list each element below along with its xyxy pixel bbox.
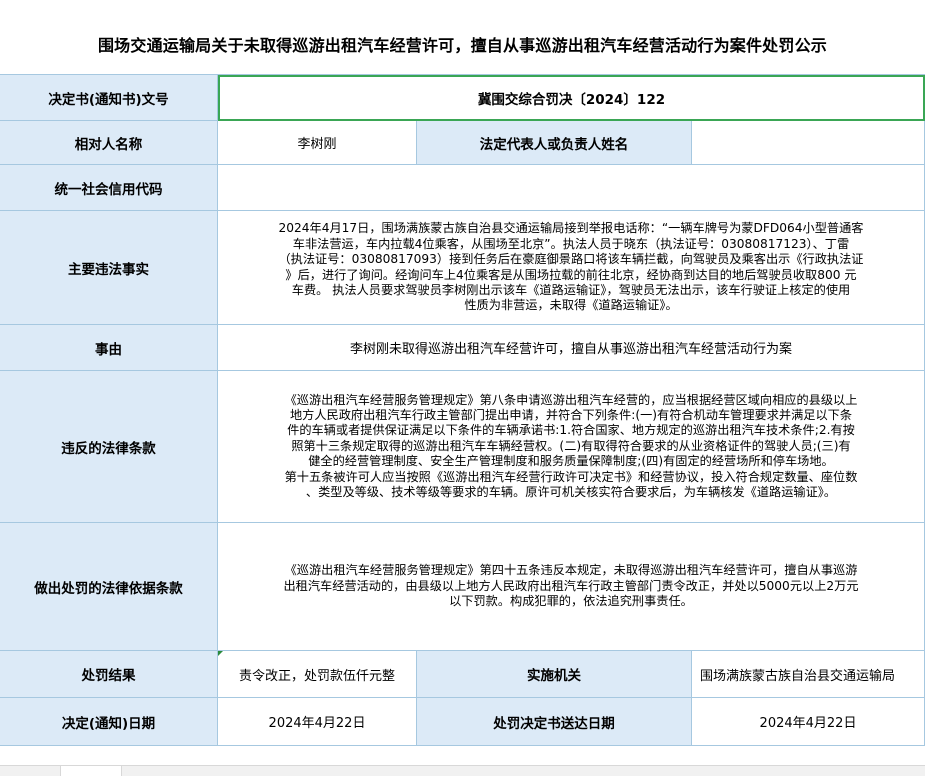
page-title: 围场交通运输局关于未取得巡游出租汽车经营许可，擅自从事巡游出租汽车经营活动行为案…	[97, 36, 827, 55]
violated-law-line: 《巡游出租汽车经营服务管理规定》第八条申请巡游出租汽车经营的，应当根据经营区域向…	[284, 392, 858, 407]
delivery-date-label: 处罚决定书送达日期	[417, 698, 692, 746]
legal-rep-value[interactable]	[692, 121, 925, 165]
violated-law-line: 健全的经营管理制度、安全生产管理制度和服务质量保障制度;(四)有固定的经营场所和…	[308, 454, 834, 469]
violated-law-label: 违反的法律条款	[0, 371, 218, 523]
violated-law-line: 照第十三条规定取得的巡游出租汽车车辆经营权。(二)有取得符合要求的从业资格证件的…	[291, 438, 851, 453]
decision-date-label: 决定(通知)日期	[0, 698, 218, 746]
facts-label: 主要违法事实	[0, 211, 218, 325]
facts-value[interactable]: 2024年4月17日，围场满族蒙古族自治县交通运输局接到举报电话称：“一辆车牌号…	[218, 211, 925, 325]
facts-line: 2024年4月17日，围场满族蒙古族自治县交通运输局接到举报电话称：“一辆车牌号…	[278, 221, 864, 236]
facts-line: 车非法营运，车内拉载4位乘客，从围场至北京”。执法人员于晓东（执法证号：0308…	[292, 236, 850, 251]
authority-label: 实施机关	[417, 651, 692, 698]
violated-law-line: 第十五条被许可人应当按照《巡游出租汽车经营行政许可决定书》和经营协议，投入符合规…	[284, 469, 858, 484]
penalty-basis-line: 出租汽车经营活动的，由县级以上地方人民政府出租汽车行政主管部门责令改正，并处以5…	[283, 578, 859, 593]
authority-value[interactable]: 围场满族蒙古族自治县交通运输局	[692, 651, 925, 698]
decision-date-value[interactable]: 2024年4月22日	[218, 698, 417, 746]
comment-marker-icon	[218, 651, 223, 656]
facts-line: 》后，进行了询问。经询问车上4位乘客是从围场拉载的前往北京，经协商到达目的地后驾…	[285, 267, 857, 282]
result-label: 处罚结果	[0, 651, 218, 698]
result-text: 责令改正，处罚款伍仟元整	[238, 668, 395, 684]
violated-law-value[interactable]: 《巡游出租汽车经营服务管理规定》第八条申请巡游出租汽车经营的，应当根据经营区域向…	[218, 371, 925, 523]
party-label: 相对人名称	[0, 121, 218, 165]
decision-no-value[interactable]: 冀围交综合罚决〔2024〕122	[218, 75, 925, 121]
cause-value[interactable]: 李树刚未取得巡游出租汽车经营许可，擅自从事巡游出租汽车经营活动行为案	[218, 325, 925, 371]
delivery-date-value[interactable]: 2024年4月22日	[692, 698, 925, 746]
decision-no-label: 决定书(通知书)文号	[0, 75, 218, 121]
cause-label: 事由	[0, 325, 218, 371]
facts-line: （执法证号：03080817093）接到任务后在豪庭御景路口将该车辆拦截，向驾驶…	[278, 252, 864, 267]
sheet-tab-bar	[0, 765, 925, 776]
violated-law-line: 地方人民政府出租汽车行政主管部门提出申请，并符合下列条件:(一)有符合机动车管理…	[289, 407, 853, 422]
penalty-table: 决定书(通知书)文号 冀围交综合罚决〔2024〕122 相对人名称 李树刚 法定…	[0, 74, 925, 746]
credit-code-value[interactable]	[218, 165, 925, 211]
penalty-basis-value[interactable]: 《巡游出租汽车经营服务管理规定》第四十五条违反本规定，未取得巡游出租汽车经营许可…	[218, 523, 925, 651]
result-value[interactable]: 责令改正，处罚款伍仟元整	[218, 651, 417, 698]
legal-rep-label: 法定代表人或负责人姓名	[417, 121, 692, 165]
penalty-basis-line: 以下罚款。构成犯罪的，依法追究刑事责任。	[449, 594, 693, 609]
facts-line: 车费。 执法人员要求驾驶员李树刚出示该车《道路运输证》，驾驶员无法出示，该车行驶…	[291, 282, 851, 297]
penalty-basis-line: 《巡游出租汽车经营服务管理规定》第四十五条违反本规定，未取得巡游出租汽车经营许可…	[284, 563, 858, 578]
party-value[interactable]: 李树刚	[218, 121, 417, 165]
credit-code-label: 统一社会信用代码	[0, 165, 218, 211]
penalty-basis-label: 做出处罚的法律依据条款	[0, 523, 218, 651]
facts-line: 性质为非营运，未取得《道路运输证》。	[464, 298, 678, 313]
violated-law-line: 、类型及等级、技术等级等要求的车辆。原许可机关核实符合要求后，为车辆核发《道路运…	[305, 485, 837, 500]
violated-law-line: 件的车辆或者提供保证满足以下条件的车辆承诺书:1.符合国家、地方规定的巡游出租汽…	[287, 423, 855, 438]
